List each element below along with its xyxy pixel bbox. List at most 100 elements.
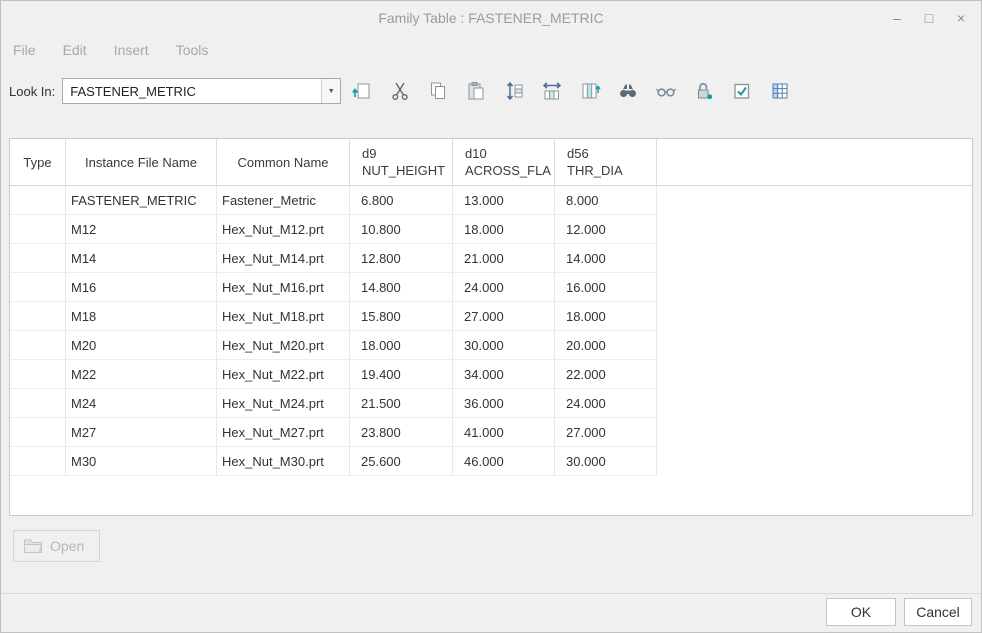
- menu-insert[interactable]: Insert: [114, 42, 149, 58]
- table-cell[interactable]: 27.000: [453, 302, 555, 331]
- table-cell[interactable]: Hex_Nut_M24.prt: [217, 389, 350, 418]
- table-cell[interactable]: 23.800: [350, 418, 453, 447]
- column-header-d10[interactable]: d10 ACROSS_FLA: [453, 139, 555, 185]
- column-header-instance[interactable]: Instance File Name: [66, 139, 217, 185]
- table-cell[interactable]: M20: [66, 331, 217, 360]
- table-cell[interactable]: [10, 447, 66, 476]
- table-cell[interactable]: Hex_Nut_M22.prt: [217, 360, 350, 389]
- table-cell[interactable]: 12.000: [555, 215, 657, 244]
- column-header-d56[interactable]: d56 THR_DIA: [555, 139, 657, 185]
- table-cell[interactable]: 30.000: [555, 447, 657, 476]
- table-cell[interactable]: M18: [66, 302, 217, 331]
- preview-button[interactable]: [649, 75, 683, 107]
- table-cell[interactable]: 24.000: [555, 389, 657, 418]
- table-cell[interactable]: 14.800: [350, 273, 453, 302]
- table-editor-button[interactable]: [763, 75, 797, 107]
- lock-button[interactable]: [687, 75, 721, 107]
- find-button[interactable]: [611, 75, 645, 107]
- add-column-button[interactable]: [573, 75, 607, 107]
- table-cell[interactable]: FASTENER_METRIC: [66, 186, 217, 215]
- table-cell[interactable]: M27: [66, 418, 217, 447]
- table-cell[interactable]: Hex_Nut_M14.prt: [217, 244, 350, 273]
- table-cell[interactable]: 8.000: [555, 186, 657, 215]
- table-cell[interactable]: Hex_Nut_M27.prt: [217, 418, 350, 447]
- table-cell[interactable]: 6.800: [350, 186, 453, 215]
- insert-column-button[interactable]: [535, 75, 569, 107]
- table-cell[interactable]: [10, 331, 66, 360]
- table-cell[interactable]: 36.000: [453, 389, 555, 418]
- look-in-input[interactable]: [63, 79, 321, 103]
- cut-button[interactable]: [383, 75, 417, 107]
- ok-button[interactable]: OK: [826, 598, 896, 626]
- table-cell[interactable]: Hex_Nut_M20.prt: [217, 331, 350, 360]
- table-row[interactable]: M14Hex_Nut_M14.prt12.80021.00014.000: [10, 244, 972, 273]
- table-cell[interactable]: M30: [66, 447, 217, 476]
- table-cell[interactable]: 15.800: [350, 302, 453, 331]
- table-cell[interactable]: Hex_Nut_M12.prt: [217, 215, 350, 244]
- table-row[interactable]: M30Hex_Nut_M30.prt25.60046.00030.000: [10, 447, 972, 476]
- table-cell[interactable]: 21.000: [453, 244, 555, 273]
- close-icon[interactable]: ×: [953, 10, 969, 26]
- table-cell[interactable]: 24.000: [453, 273, 555, 302]
- table-cell[interactable]: 16.000: [555, 273, 657, 302]
- table-cell[interactable]: [10, 418, 66, 447]
- table-cell[interactable]: 18.000: [555, 302, 657, 331]
- table-cell[interactable]: 25.600: [350, 447, 453, 476]
- table-row[interactable]: M16Hex_Nut_M16.prt14.80024.00016.000: [10, 273, 972, 302]
- table-cell[interactable]: M12: [66, 215, 217, 244]
- table-cell[interactable]: 13.000: [453, 186, 555, 215]
- table-cell[interactable]: 18.000: [350, 331, 453, 360]
- paste-button[interactable]: [459, 75, 493, 107]
- table-cell[interactable]: Fastener_Metric: [217, 186, 350, 215]
- table-cell[interactable]: Hex_Nut_M18.prt: [217, 302, 350, 331]
- table-cell[interactable]: M24: [66, 389, 217, 418]
- table-row[interactable]: M20Hex_Nut_M20.prt18.00030.00020.000: [10, 331, 972, 360]
- table-cell[interactable]: 18.000: [453, 215, 555, 244]
- table-cell[interactable]: Hex_Nut_M16.prt: [217, 273, 350, 302]
- table-cell[interactable]: 12.800: [350, 244, 453, 273]
- table-cell[interactable]: [10, 215, 66, 244]
- verify-button[interactable]: [725, 75, 759, 107]
- table-cell[interactable]: M14: [66, 244, 217, 273]
- table-cell[interactable]: 41.000: [453, 418, 555, 447]
- table-cell[interactable]: 30.000: [453, 331, 555, 360]
- column-header-common[interactable]: Common Name: [217, 139, 350, 185]
- open-button[interactable]: Open: [13, 530, 100, 562]
- table-row[interactable]: M22Hex_Nut_M22.prt19.40034.00022.000: [10, 360, 972, 389]
- table-row[interactable]: M24Hex_Nut_M24.prt21.50036.00024.000: [10, 389, 972, 418]
- cancel-button[interactable]: Cancel: [904, 598, 972, 626]
- menu-tools[interactable]: Tools: [176, 42, 209, 58]
- table-cell[interactable]: 22.000: [555, 360, 657, 389]
- table-cell[interactable]: M22: [66, 360, 217, 389]
- table-cell[interactable]: [10, 273, 66, 302]
- table-cell[interactable]: [10, 360, 66, 389]
- table-cell[interactable]: [10, 186, 66, 215]
- parent-instance-button[interactable]: [345, 75, 379, 107]
- table-row[interactable]: M18Hex_Nut_M18.prt15.80027.00018.000: [10, 302, 972, 331]
- maximize-icon[interactable]: □: [921, 10, 937, 26]
- table-cell[interactable]: M16: [66, 273, 217, 302]
- column-header-type[interactable]: Type: [10, 139, 66, 185]
- table-cell[interactable]: 20.000: [555, 331, 657, 360]
- table-cell[interactable]: [10, 389, 66, 418]
- table-cell[interactable]: Hex_Nut_M30.prt: [217, 447, 350, 476]
- table-cell[interactable]: 27.000: [555, 418, 657, 447]
- table-row[interactable]: M27Hex_Nut_M27.prt23.80041.00027.000: [10, 418, 972, 447]
- menu-edit[interactable]: Edit: [63, 42, 87, 58]
- insert-row-button[interactable]: [497, 75, 531, 107]
- table-cell[interactable]: 14.000: [555, 244, 657, 273]
- table-cell[interactable]: 21.500: [350, 389, 453, 418]
- menu-file[interactable]: File: [13, 42, 36, 58]
- table-cell[interactable]: 46.000: [453, 447, 555, 476]
- table-cell[interactable]: [10, 244, 66, 273]
- minimize-icon[interactable]: –: [889, 10, 905, 26]
- table-row[interactable]: FASTENER_METRICFastener_Metric6.80013.00…: [10, 186, 972, 215]
- table-row[interactable]: M12Hex_Nut_M12.prt10.80018.00012.000: [10, 215, 972, 244]
- table-cell[interactable]: 34.000: [453, 360, 555, 389]
- chevron-down-icon[interactable]: ▼: [321, 79, 340, 103]
- table-cell[interactable]: 19.400: [350, 360, 453, 389]
- table-cell[interactable]: 10.800: [350, 215, 453, 244]
- column-header-d9[interactable]: d9 NUT_HEIGHT: [350, 139, 453, 185]
- table-cell[interactable]: [10, 302, 66, 331]
- copy-button[interactable]: [421, 75, 455, 107]
